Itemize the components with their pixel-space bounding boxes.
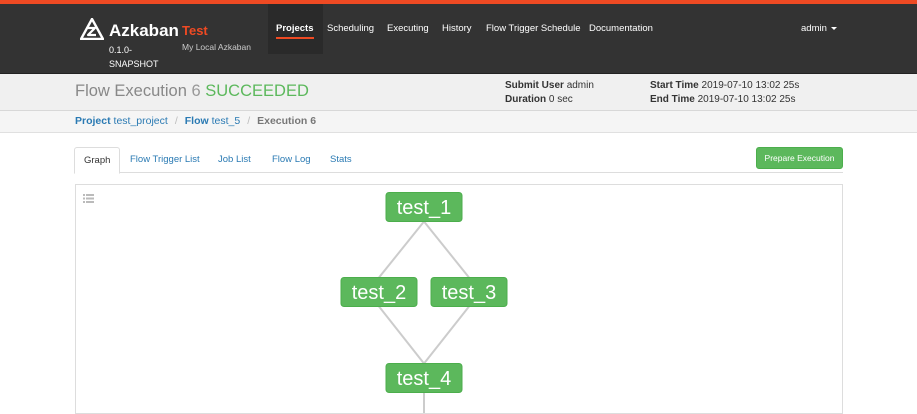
nav-item-label: History bbox=[442, 23, 472, 34]
nav-item-label: Flow Trigger Schedule bbox=[486, 23, 581, 34]
flow-graph: test_1 test_2 test_3 test_4 bbox=[340, 192, 508, 413]
submit-user: Submit User admin bbox=[505, 80, 594, 91]
edge-test_1-test_3 bbox=[423, 220, 470, 279]
nav-item-flow-trigger-schedule[interactable]: Flow Trigger Schedule bbox=[486, 4, 581, 54]
breadcrumb-project[interactable]: Project test_project bbox=[75, 115, 168, 127]
breadcrumb-flow[interactable]: Flow test_5 bbox=[185, 115, 240, 127]
brand-version: 0.1.0-SNAPSHOT bbox=[109, 45, 159, 69]
end-time-value: 2019-07-10 13:02 25s bbox=[697, 94, 796, 105]
start-time: Start Time 2019-07-10 13:02 25s bbox=[650, 80, 799, 91]
brand-name: Azkaban bbox=[109, 21, 179, 40]
status-badge: SUCCEEDED bbox=[205, 82, 309, 100]
breadcrumb: Project test_project / Flow test_5 / Executi… bbox=[0, 111, 917, 133]
tab-job-list[interactable]: Job List bbox=[218, 147, 251, 173]
breadcrumb-separator: / bbox=[247, 115, 251, 127]
job-node-label: test_4 bbox=[397, 368, 451, 390]
start-time-label: Start Time bbox=[650, 80, 699, 91]
job-node-test_2[interactable]: test_2 bbox=[340, 277, 418, 307]
breadcrumb-flow-name: test_5 bbox=[211, 115, 241, 127]
edge-test_3-test_4 bbox=[423, 305, 470, 365]
edge-test_2-test_4 bbox=[378, 305, 425, 365]
azkaban-logo-icon bbox=[80, 18, 104, 40]
caret-down-icon bbox=[830, 26, 837, 30]
nav-item-projects[interactable]: Projects bbox=[268, 4, 323, 54]
tab-graph[interactable]: Graph bbox=[74, 147, 121, 174]
submit-user-label: Submit User bbox=[505, 80, 564, 91]
execution-id: 6 bbox=[191, 82, 201, 100]
duration-label: Duration bbox=[505, 94, 547, 105]
nav-item-history[interactable]: History bbox=[442, 4, 472, 54]
end-time-label: End Time bbox=[650, 94, 695, 105]
edge-test_1-test_2 bbox=[378, 220, 425, 279]
nav-item-scheduling[interactable]: Scheduling bbox=[327, 4, 374, 54]
user-name: admin bbox=[801, 23, 827, 34]
job-node-label: test_1 bbox=[397, 197, 451, 219]
tab-stats[interactable]: Stats bbox=[330, 147, 352, 173]
breadcrumb-items: Project test_project / Flow test_5 / Executi… bbox=[75, 115, 316, 127]
job-node-label: test_3 bbox=[442, 282, 496, 304]
breadcrumb-separator: / bbox=[174, 115, 178, 127]
environment-description: My Local Azkaban bbox=[182, 42, 251, 52]
job-node-test_1[interactable]: test_1 bbox=[385, 192, 463, 222]
nav-item-label: Projects bbox=[276, 23, 314, 39]
nav-item-executing[interactable]: Executing bbox=[387, 4, 429, 54]
nav-item-documentation[interactable]: Documentation bbox=[589, 4, 653, 54]
user-menu[interactable]: admin bbox=[801, 23, 837, 34]
breadcrumb-project-label: Project bbox=[75, 115, 111, 127]
breadcrumb-project-name: test_project bbox=[113, 115, 168, 127]
job-node-test_3[interactable]: test_3 bbox=[430, 277, 508, 307]
job-node-test_4[interactable]: test_4 bbox=[385, 363, 463, 393]
prepare-execution-button[interactable]: Prepare Execution bbox=[756, 147, 843, 169]
page-title: Flow Execution 6 SUCCEEDED bbox=[75, 82, 309, 101]
nav-item-label: Executing bbox=[387, 23, 429, 34]
tab-flow-trigger-list[interactable]: Flow Trigger List bbox=[130, 147, 200, 173]
submit-user-value: admin bbox=[566, 80, 594, 91]
tab-flow-log[interactable]: Flow Log bbox=[272, 147, 311, 173]
flow-graph-panel: test_1 test_2 test_3 test_4 bbox=[75, 184, 843, 414]
execution-header: Flow Execution 6 SUCCEEDED Submit User a… bbox=[0, 74, 917, 111]
execution-tabs: Graph Flow Trigger List Job List Flow Lo… bbox=[74, 147, 843, 174]
breadcrumb-flow-label: Flow bbox=[184, 115, 209, 127]
duration-value: 0 sec bbox=[548, 94, 573, 105]
breadcrumb-current: Execution 6 bbox=[257, 115, 317, 127]
start-time-value: 2019-07-10 13:02 25s bbox=[701, 80, 800, 91]
job-node-label: test_2 bbox=[352, 282, 406, 304]
page-title-text: Flow Execution bbox=[75, 82, 187, 100]
environment-name: Test bbox=[182, 23, 208, 38]
end-time: End Time 2019-07-10 13:02 25s bbox=[650, 94, 795, 105]
nav-item-label: Scheduling bbox=[327, 23, 375, 34]
duration: Duration 0 sec bbox=[505, 94, 573, 105]
top-navbar: Azkaban 0.1.0-SNAPSHOT Test My Local Azk… bbox=[0, 4, 917, 74]
nav-item-label: Documentation bbox=[589, 23, 653, 34]
